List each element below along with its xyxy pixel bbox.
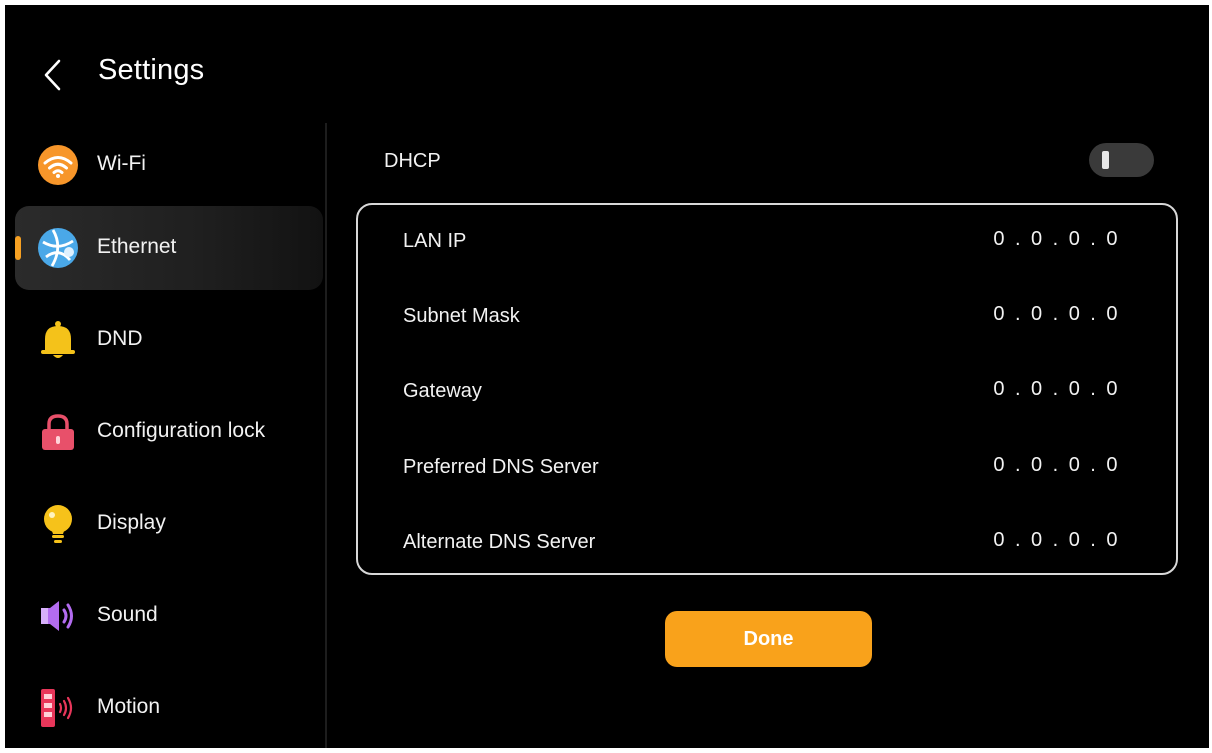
lan-ip-label: LAN IP xyxy=(403,230,467,252)
wifi-icon xyxy=(37,144,79,186)
sidebar-item-dnd[interactable]: DND xyxy=(15,298,323,382)
done-button[interactable]: Done xyxy=(665,611,872,667)
dhcp-label: DHCP xyxy=(384,150,441,172)
speaker-icon xyxy=(37,595,79,637)
sidebar-item-label: Configuration lock xyxy=(97,419,266,442)
sidebar-item-ethernet[interactable]: Ethernet xyxy=(15,206,323,290)
active-indicator xyxy=(15,236,21,260)
header: Settings xyxy=(5,5,605,125)
subnet-mask-label: Subnet Mask xyxy=(403,305,520,327)
preferred-dns-field[interactable]: 0.0.0.0 xyxy=(993,454,1128,477)
sidebar-item-label: Display xyxy=(97,511,166,534)
sidebar-item-wifi[interactable]: Wi-Fi xyxy=(15,123,323,207)
bell-icon xyxy=(37,319,79,361)
sidebar-item-label: Sound xyxy=(97,603,158,626)
ip-config-card: LAN IP 0.0.0.0 Subnet Mask 0.0.0.0 Gatew… xyxy=(356,203,1178,575)
sidebar-item-label: DND xyxy=(97,327,143,350)
sidebar-item-sound[interactable]: Sound xyxy=(15,574,323,658)
sidebar-item-display[interactable]: Display xyxy=(15,482,323,566)
lan-ip-field[interactable]: 0.0.0.0 xyxy=(993,228,1128,251)
sidebar-item-label: Ethernet xyxy=(97,235,177,258)
sidebar-item-label: Motion xyxy=(97,695,161,718)
ethernet-globe-icon xyxy=(37,227,79,269)
chevron-left-icon xyxy=(44,59,61,91)
lan-ip-row: LAN IP 0.0.0.0 xyxy=(358,212,1176,272)
alternate-dns-label: Alternate DNS Server xyxy=(403,531,596,553)
dhcp-toggle[interactable] xyxy=(1089,143,1154,177)
sidebar-item-label: Wi-Fi xyxy=(97,152,146,175)
gateway-field[interactable]: 0.0.0.0 xyxy=(993,378,1128,401)
lock-icon xyxy=(37,411,79,453)
alternate-dns-row: Alternate DNS Server 0.0.0.0 xyxy=(358,513,1176,573)
sidebar: Wi-Fi Ethernet DND Configuration lock Di… xyxy=(5,123,327,748)
subnet-mask-row: Subnet Mask 0.0.0.0 xyxy=(358,287,1176,347)
preferred-dns-row: Preferred DNS Server 0.0.0.0 xyxy=(358,438,1176,498)
sidebar-item-configuration-lock[interactable]: Configuration lock xyxy=(15,390,323,474)
back-button[interactable] xyxy=(39,55,67,95)
preferred-dns-label: Preferred DNS Server xyxy=(403,456,599,478)
toggle-knob xyxy=(1102,151,1109,169)
page-title: Settings xyxy=(98,54,205,86)
gateway-row: Gateway 0.0.0.0 xyxy=(358,362,1176,422)
subnet-mask-field[interactable]: 0.0.0.0 xyxy=(993,303,1128,326)
motion-sensor-icon xyxy=(37,687,79,729)
ethernet-panel: DHCP LAN IP 0.0.0.0 Subnet Mask 0.0.0.0 … xyxy=(327,123,1209,748)
lightbulb-icon xyxy=(37,503,79,545)
settings-screen: Settings Wi-Fi Ethernet DND Configuratio… xyxy=(5,5,1209,748)
sidebar-item-motion[interactable]: Motion xyxy=(15,666,323,748)
alternate-dns-field[interactable]: 0.0.0.0 xyxy=(993,529,1128,552)
gateway-label: Gateway xyxy=(403,380,482,402)
